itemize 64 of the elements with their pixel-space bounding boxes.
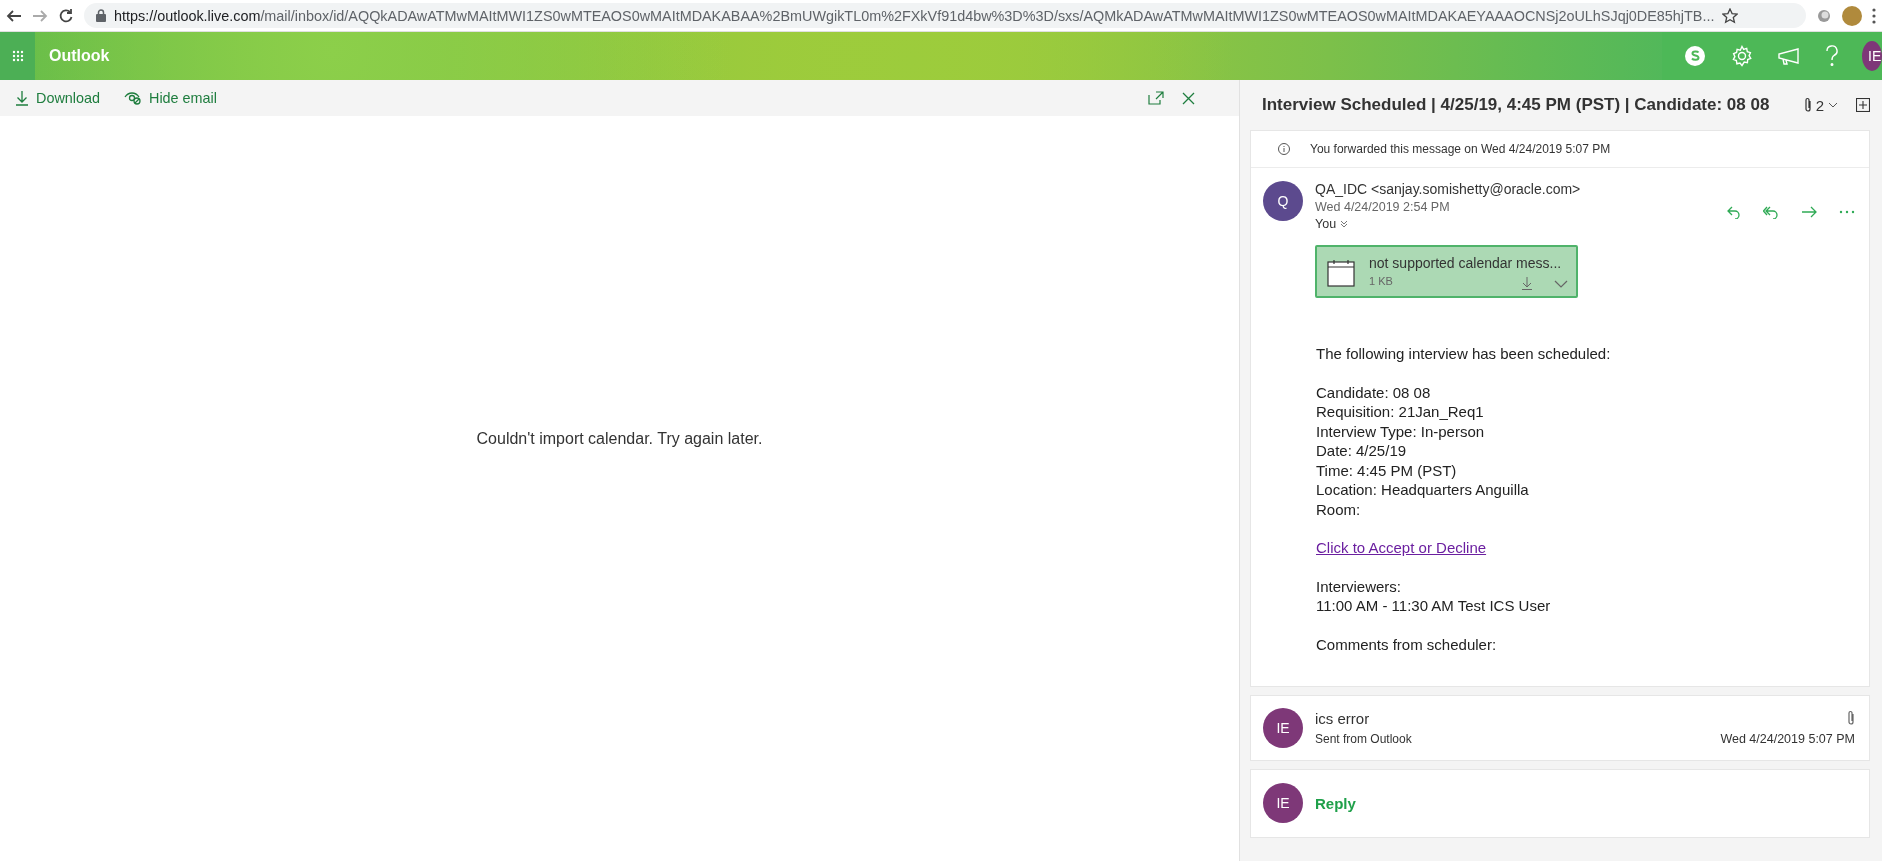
hide-email-button[interactable]: Hide email [121,87,220,109]
paperclip-icon [1803,97,1812,113]
lock-icon [96,9,106,22]
pop-out-icon[interactable] [1148,91,1164,105]
body-text-line: 11:00 AM - 11:30 AM Test ICS User [1316,596,1552,616]
sender-avatar: IE [1263,708,1303,748]
body-text-line: Requisition: 21Jan_Req1 [1316,402,1485,422]
calendar-icon [1327,259,1355,287]
settings-icon[interactable] [1731,45,1753,67]
message-subject: ics error [1315,710,1371,727]
app-launcher-button[interactable] [0,32,35,80]
url-text: https://outlook.live.com/mail/inbox/id/AQQkADAwATMwMAItMWI1ZS0wMTEAOS0wMAItMDAKABAA%2BmUWgikTL0m%2FXkVf91d4bw%3D%3D/sxs/AQMkADAwATMwMAItMWI1ZS0wMTEAOS0wMAItMDAKAEYAAAOCNSj2oULhSJqj0DE85hjTB... [114,7,1715,24]
body-text-line: The following interview has been scheduled: [1316,344,1612,364]
body-text-line: Interviewers: [1316,576,1403,596]
thread-item[interactable]: IE ics error Sent from Outlook Wed 4/24/2019 5:07 PM [1250,695,1870,761]
skype-icon[interactable] [1684,45,1706,67]
message-date: Wed 4/24/2019 2:54 PM [1315,200,1451,214]
download-button[interactable]: Download [12,87,103,109]
forward-icon[interactable] [32,7,48,24]
user-avatar: IE [1263,783,1303,823]
body-text-line: Location: Headquarters Anguilla [1316,480,1530,500]
reload-icon[interactable] [58,7,74,24]
extension-icon[interactable] [1816,7,1832,24]
back-icon[interactable] [6,7,22,24]
reply-all-icon[interactable] [1763,205,1779,219]
address-bar[interactable]: https://outlook.live.com/mail/inbox/id/AQQkADAwATMwMAItMWI1ZS0wMTEAOS0wMAItMDAKABAA%2BmUWgikTL0m%2FXkVf91d4bw%3D%3D/sxs/AQMkADAwATMwMAItMWI1ZS0wMTEAOS0wMAItMDAKAEYAAAOCNSj2oULhSJqj0DE85hjTB... [84,3,1806,28]
chevron-down-icon [1828,102,1838,108]
sender-name[interactable]: QA_IDC <sanjay.somishetty@oracle.com> [1315,181,1715,197]
body-text-line: Candidate: 08 08 [1316,382,1432,402]
download-icon [15,90,29,106]
message-preview: Sent from Outlook [1315,732,1413,746]
double-chevron-icon[interactable] [1340,220,1349,228]
attachment-card[interactable]: not supported calendar mess... 1 KB [1315,245,1578,298]
sender-avatar: Q [1263,181,1303,221]
body-text-line: Date: 4/25/19 [1316,441,1408,461]
chevron-down-icon[interactable] [1554,280,1568,288]
accept-decline-link[interactable]: Click to Accept or Decline [1316,538,1487,558]
expand-icon[interactable] [1856,98,1870,112]
star-icon[interactable] [1722,7,1739,24]
error-message: Couldn't import calendar. Try again later. [476,429,763,448]
attachment-name: not supported calendar mess... [1369,255,1562,271]
conversation-title: Interview Scheduled | 4/25/19, 4:45 PM (PST) | Candidate: 08 08 [1262,95,1770,115]
megaphone-icon[interactable] [1778,47,1800,65]
help-icon[interactable] [1825,45,1839,67]
close-icon[interactable] [1182,91,1195,105]
message-date: Wed 4/24/2019 5:07 PM [1720,732,1855,746]
reply-icon[interactable] [1727,205,1741,219]
user-avatar[interactable]: IE [1862,41,1882,71]
download-icon[interactable] [1522,277,1532,290]
body-text-line: Interview Type: In-person [1316,421,1486,441]
body-text-line: Room: [1316,499,1362,519]
attachment-size: 1 KB [1369,275,1393,287]
attachments-button[interactable]: 2 [1803,96,1838,114]
waffle-icon [11,50,24,62]
body-text-line: Comments from scheduler: [1316,634,1498,654]
body-text-line: Time: 4:45 PM (PST) [1316,460,1458,480]
eye-slash-icon [124,91,142,105]
forwarded-notice: You forwarded this message on Wed 4/24/2019 5:07 PM [1310,142,1611,156]
info-icon [1278,143,1290,155]
profile-avatar[interactable] [1842,5,1862,26]
forward-icon[interactable] [1801,206,1817,218]
more-icon[interactable] [1872,7,1876,24]
recipient-text[interactable]: You [1315,217,1337,231]
paperclip-icon [1847,710,1855,726]
